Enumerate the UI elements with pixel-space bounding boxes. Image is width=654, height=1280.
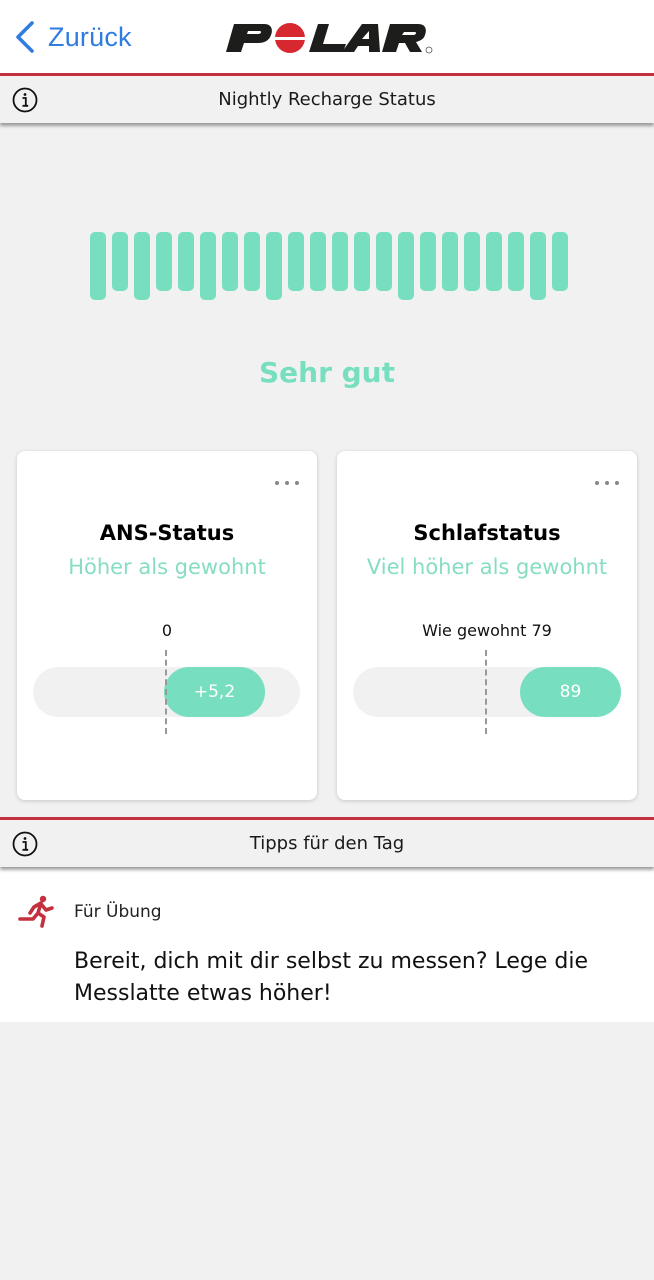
recharge-bar [354,232,370,291]
recharge-bar [244,232,260,291]
polar-logo [226,23,433,54]
recharge-bar [552,232,568,291]
section-title: Nightly Recharge Status [218,89,436,110]
back-button[interactable]: Zurück [14,18,132,56]
recharge-bar [442,232,458,291]
running-icon [18,895,54,928]
baseline-marker [485,650,487,734]
baseline-label: Wie gewohnt 79 [422,621,552,640]
recharge-bar [178,232,194,291]
recharge-bar [156,232,172,291]
recharge-bar [530,232,546,300]
recharge-status-label: Sehr gut [258,356,395,389]
card-title: ANS-Status [99,521,235,545]
navigation-bar: Zurück [0,0,654,74]
recharge-bar [508,232,524,291]
tip-item: Für Übung Bereit, dich mit dir selbst zu… [0,868,654,1022]
recharge-bar [200,232,216,300]
recharge-bar [112,232,128,291]
recharge-bar [398,232,414,300]
value-pill: +5,2 [164,667,265,717]
tip-message: Bereit, dich mit dir selbst zu messen? L… [74,949,589,1006]
value-pill: 89 [520,667,621,717]
recharge-bar [420,232,436,291]
card-title: Schlafstatus [413,521,561,545]
recharge-section-header: Nightly Recharge Status [0,73,654,123]
recharge-bar [486,232,502,291]
recharge-bar [464,232,480,291]
recharge-bar [222,232,238,291]
sleep-status-card[interactable]: Schlafstatus Viel höher als gewohnt Wie … [337,451,637,800]
section-title: Tipps für den Tag [249,833,405,854]
recharge-bar [90,232,106,300]
recharge-bar [266,232,282,300]
card-subtitle: Viel höher als gewohnt [366,555,608,579]
card-subtitle: Höher als gewohnt [68,555,266,579]
chevron-left-icon [16,21,34,53]
baseline-label: 0 [161,621,173,640]
back-label: Zurück [48,21,132,52]
ans-status-card[interactable]: ANS-Status Höher als gewohnt 0 +5,2 [17,451,317,800]
recharge-bar [332,232,348,291]
recharge-bar [288,232,304,291]
tip-category: Für Übung [74,902,162,922]
recharge-bar [376,232,392,291]
tips-section-header: Tipps für den Tag [0,817,654,867]
recharge-bar [310,232,326,291]
baseline-marker [165,650,167,734]
recharge-status-bars [90,232,568,300]
more-options-icon[interactable] [275,479,299,487]
recharge-bar [134,232,150,300]
more-options-icon[interactable] [595,479,619,487]
